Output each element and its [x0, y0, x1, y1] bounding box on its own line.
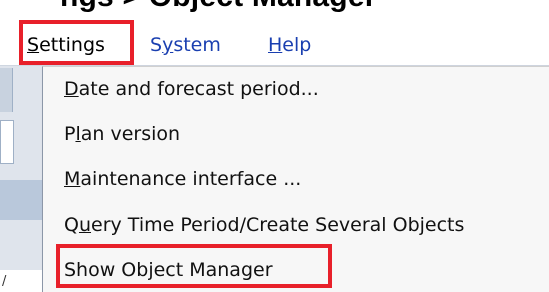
background-text-fragment: / — [2, 274, 7, 289]
menu-item-maintenance-interface[interactable]: Maintenance interface ... — [64, 167, 301, 191]
highlight-box-show-object-manager — [56, 244, 332, 288]
menu-system[interactable]: System — [150, 33, 221, 57]
background-input-fragment — [0, 120, 14, 164]
menu-help-label: elp — [282, 34, 312, 56]
menu-system-mnemonic: y — [162, 34, 174, 56]
menu-item-label: ate and forecast period... — [78, 78, 319, 100]
menu-help[interactable]: Help — [268, 33, 311, 57]
menu-item-label: ery Time Period/Create Several Objects — [91, 214, 465, 236]
menu-system-label-start: S — [150, 34, 163, 56]
menu-item-plan-version[interactable]: Plan version — [64, 122, 180, 146]
menu-item-query-time-period[interactable]: Query Time Period/Create Several Objects — [64, 213, 464, 237]
highlight-box-settings — [19, 20, 134, 65]
background-header-fragment — [0, 180, 42, 220]
cropped-heading-text: ngs > Object Manager — [60, 0, 377, 14]
menu-item-date-forecast-period[interactable]: Date and forecast period... — [64, 77, 319, 101]
menu-item-label-start: Q — [64, 214, 79, 236]
menu-item-mnemonic: M — [64, 168, 81, 190]
menu-item-label: an version — [80, 123, 181, 145]
menu-item-mnemonic: u — [78, 214, 92, 236]
menu-item-label-start: P — [64, 123, 76, 145]
screenshot-stage: ngs > Object Manager Settings System Hel… — [0, 0, 549, 292]
menu-system-label-end: stem — [173, 34, 221, 56]
menu-item-label: aintenance interface ... — [80, 168, 302, 190]
menu-help-mnemonic: H — [268, 34, 283, 56]
background-toolbar-fragment — [0, 68, 13, 112]
menu-item-mnemonic: D — [64, 78, 79, 100]
